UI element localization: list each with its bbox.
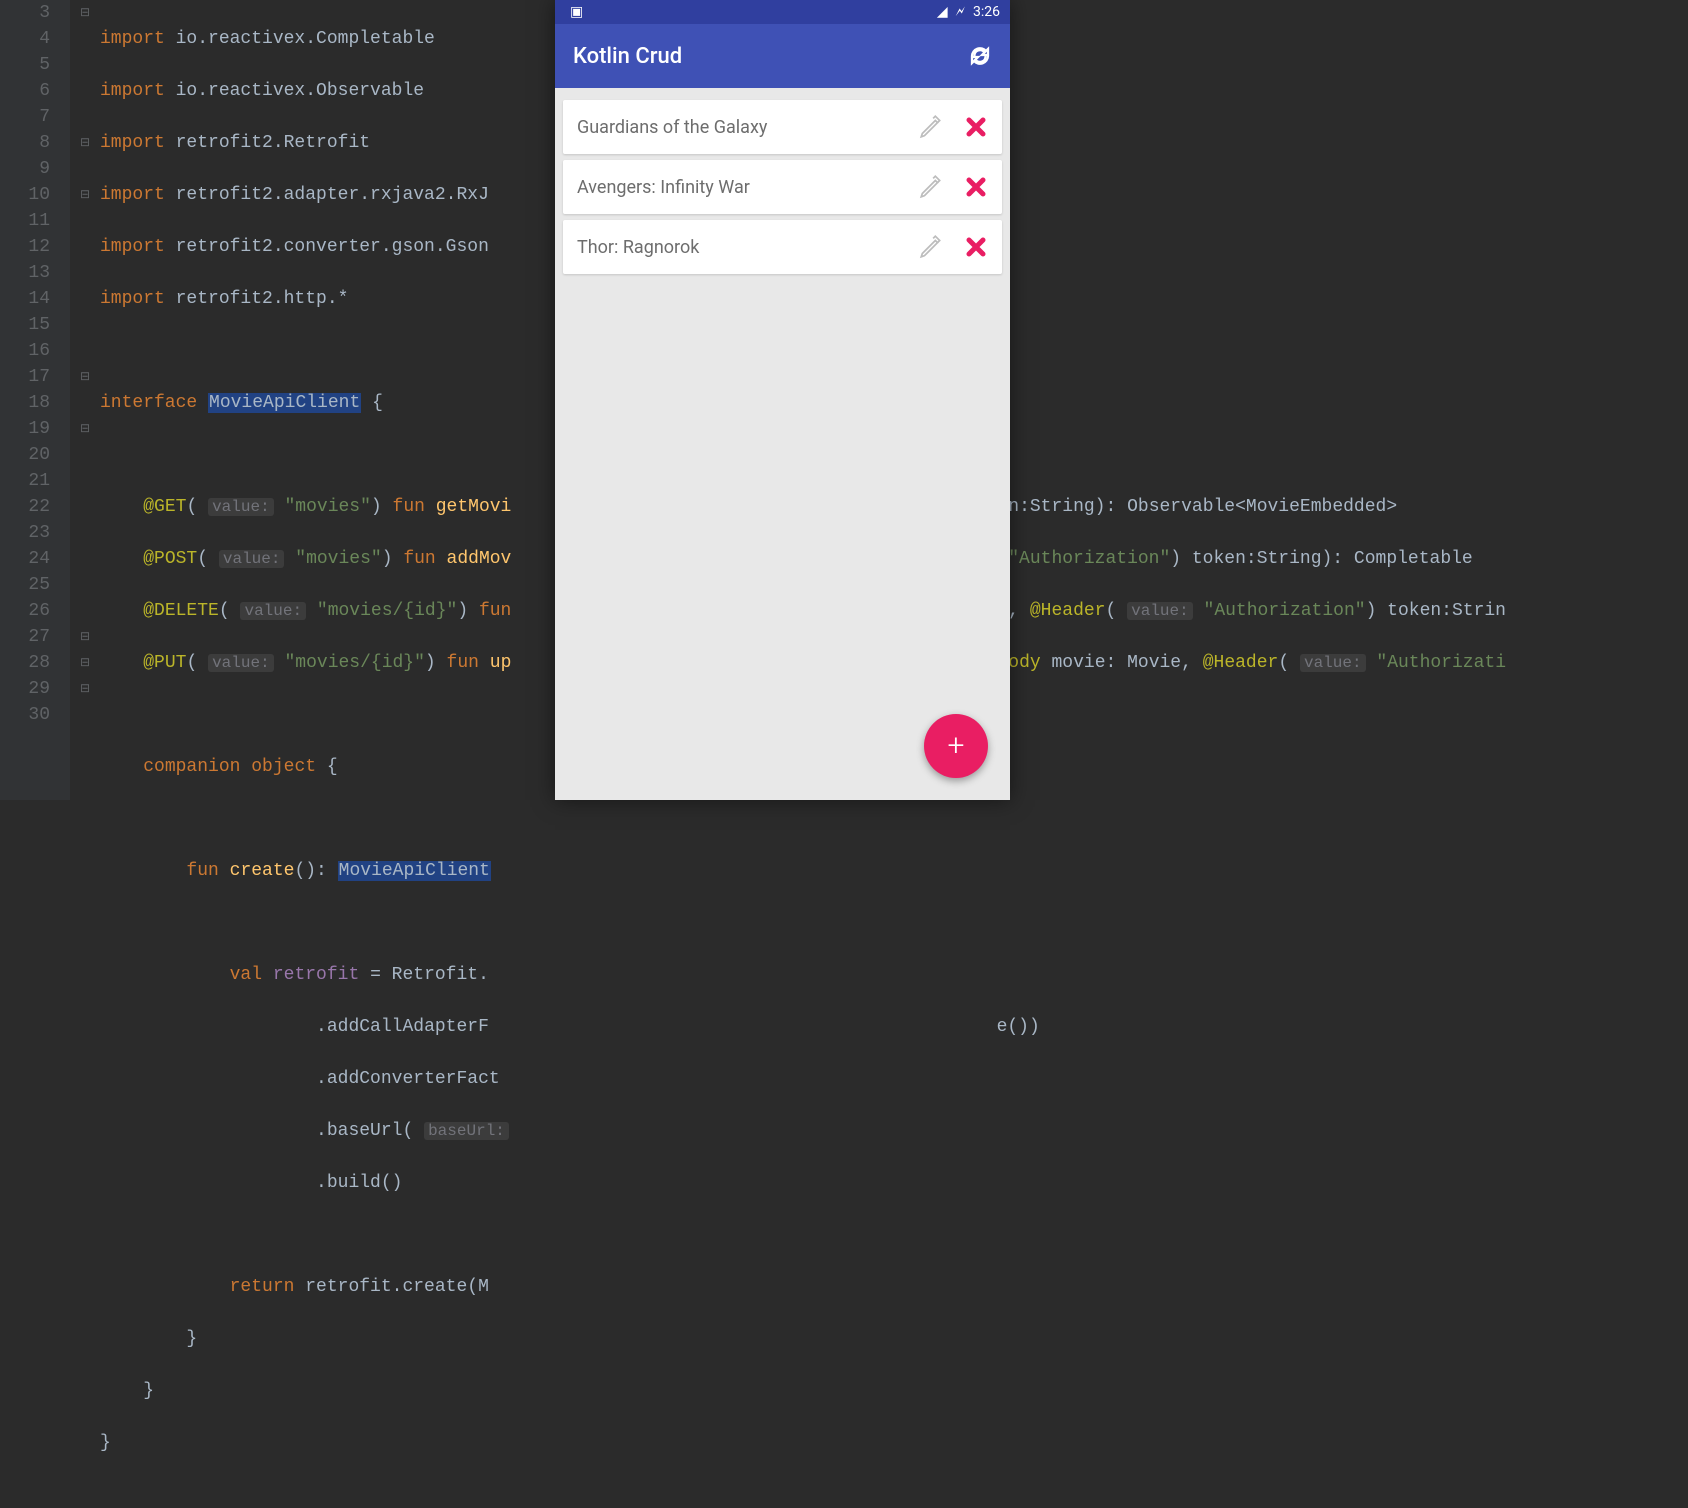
line-number: 18 [0,390,70,416]
line-number: 5 [0,52,70,78]
android-emulator: ▣ ◢ 🗲 3:26 Kotlin Crud Guardians of the … [555,0,1010,800]
app-title: Kotlin Crud [573,44,968,69]
edit-icon[interactable] [918,234,944,260]
debug-icon: ▣ [570,4,583,20]
status-time: 3:26 [973,4,1000,20]
line-number: 26 [0,598,70,624]
code-line: .build() [100,1170,1688,1196]
line-number: 9 [0,156,70,182]
code-line: .addConverterFact [100,1066,1688,1092]
line-number: 19 [0,416,70,442]
fold-marker[interactable]: ⊟ [70,364,100,390]
movie-title: Avengers: Infinity War [577,177,918,198]
app-bar: Kotlin Crud [555,24,1010,88]
line-number: 11 [0,208,70,234]
line-number: 28 [0,650,70,676]
line-number: 10 [0,182,70,208]
list-item[interactable]: Guardians of the Galaxy [563,100,1002,154]
line-number: 13 [0,260,70,286]
code-line: return retrofit.create(M [100,1274,1688,1300]
delete-icon[interactable] [964,115,988,139]
refresh-icon[interactable] [968,44,992,68]
fold-marker[interactable]: ⊟ [70,624,100,650]
status-bar: ▣ ◢ 🗲 3:26 [555,0,1010,24]
line-number: 24 [0,546,70,572]
line-number: 8 [0,130,70,156]
delete-icon[interactable] [964,235,988,259]
edit-icon[interactable] [918,174,944,200]
fold-marker[interactable]: ⊟ [70,676,100,702]
code-line: } [100,1430,1688,1456]
line-number: 12 [0,234,70,260]
movie-title: Guardians of the Galaxy [577,117,918,138]
line-number: 7 [0,104,70,130]
code-line: } [100,1378,1688,1404]
list-item[interactable]: Avengers: Infinity War [563,160,1002,214]
line-number: 20 [0,442,70,468]
code-line: .addCallAdapterF e()) [100,1014,1688,1040]
line-number: 3 [0,0,70,26]
code-line: fun create(): MovieApiClient [100,858,1688,884]
signal-icon: ◢ [937,4,948,20]
fold-column: ⊟ ⊟ ⊟ ⊟ ⊟ ⊟ ⊟ ⊟ [70,0,100,800]
line-number: 15 [0,312,70,338]
movie-title: Thor: Ragnorok [577,237,918,258]
code-line: } [100,1326,1688,1352]
line-number: 6 [0,78,70,104]
fold-marker[interactable]: ⊟ [70,182,100,208]
line-number-gutter: 3 4 5 6 7 8 9 10 11 12 13 14 15 16 17 18… [0,0,70,800]
movie-list[interactable]: Guardians of the Galaxy Avengers: Infini… [555,88,1010,286]
fold-marker[interactable]: ⊟ [70,416,100,442]
edit-icon[interactable] [918,114,944,140]
line-number: 23 [0,520,70,546]
line-number: 27 [0,624,70,650]
line-number: 21 [0,468,70,494]
line-number: 17 [0,364,70,390]
plus-icon: + [948,731,965,761]
add-button[interactable]: + [924,714,988,778]
fold-marker[interactable]: ⊟ [70,0,100,26]
code-line: .baseUrl( baseUrl: [100,1118,1688,1144]
delete-icon[interactable] [964,175,988,199]
line-number: 4 [0,26,70,52]
line-number: 22 [0,494,70,520]
list-item[interactable]: Thor: Ragnorok [563,220,1002,274]
line-number: 14 [0,286,70,312]
line-number: 30 [0,702,70,728]
line-number: 25 [0,572,70,598]
battery-icon: 🗲 [956,4,965,20]
line-number: 16 [0,338,70,364]
line-number: 29 [0,676,70,702]
fold-marker[interactable]: ⊟ [70,130,100,156]
fold-marker[interactable]: ⊟ [70,650,100,676]
code-line: val retrofit = Retrofit. [100,962,1688,988]
